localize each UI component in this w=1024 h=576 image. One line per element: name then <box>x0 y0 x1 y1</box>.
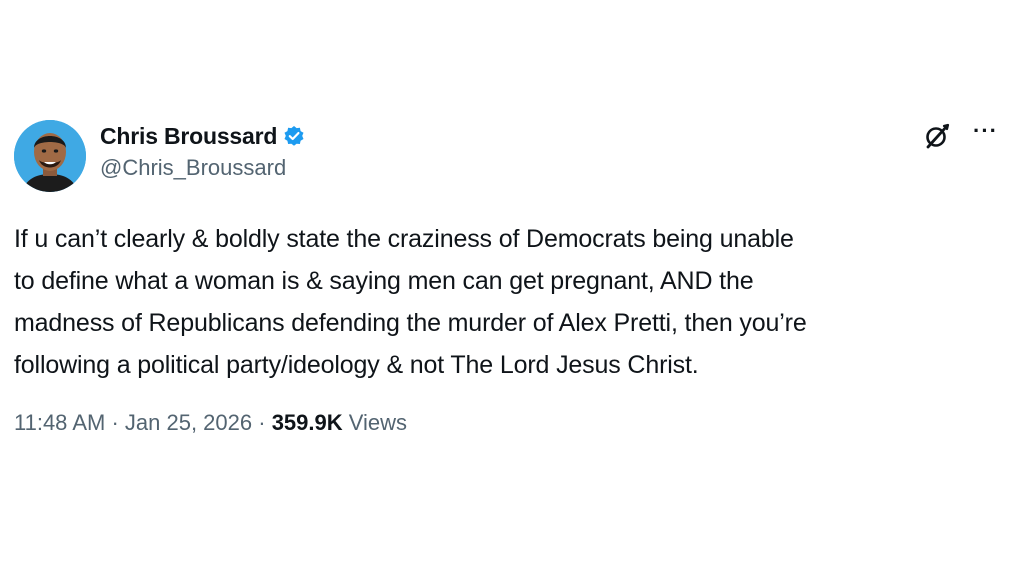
author-names: Chris Broussard @Chris_Broussard <box>100 120 305 181</box>
more-options-icon[interactable]: ··· <box>973 120 998 142</box>
tweet-header: Chris Broussard @Chris_Broussard ··· <box>14 118 1012 194</box>
meta-separator: · <box>252 410 272 435</box>
tweet-meta: 11:48 AM · Jan 25, 2026 · 359.9K Views <box>14 410 1012 436</box>
tweet-text-line: If u can’t clearly & boldly state the cr… <box>14 225 794 253</box>
tweet-text-line: to define what a woman is & saying men c… <box>14 267 754 295</box>
tweet-text: If u can’t clearly & boldly state the cr… <box>14 218 1010 386</box>
tweet-text-line: madness of Republicans defending the mur… <box>14 309 807 337</box>
meta-separator: · <box>105 410 125 435</box>
views-label: Views <box>342 410 408 435</box>
tweet-date[interactable]: Jan 25, 2026 <box>125 410 252 436</box>
grok-icon[interactable] <box>923 122 951 150</box>
views-count[interactable]: 359.9K <box>272 410 343 436</box>
tweet-actions: ··· <box>923 120 998 150</box>
tweet-time[interactable]: 11:48 AM <box>14 410 105 436</box>
display-name[interactable]: Chris Broussard <box>100 123 277 150</box>
avatar[interactable] <box>14 120 86 192</box>
author-handle[interactable]: @Chris_Broussard <box>100 155 305 181</box>
verified-badge-icon[interactable] <box>283 125 305 147</box>
display-name-row: Chris Broussard <box>100 120 305 152</box>
tweet-text-line: following a political party/ideology & n… <box>14 351 699 379</box>
avatar-portrait-icon <box>14 120 86 192</box>
tweet-card: Chris Broussard @Chris_Broussard ··· If … <box>14 118 1012 436</box>
